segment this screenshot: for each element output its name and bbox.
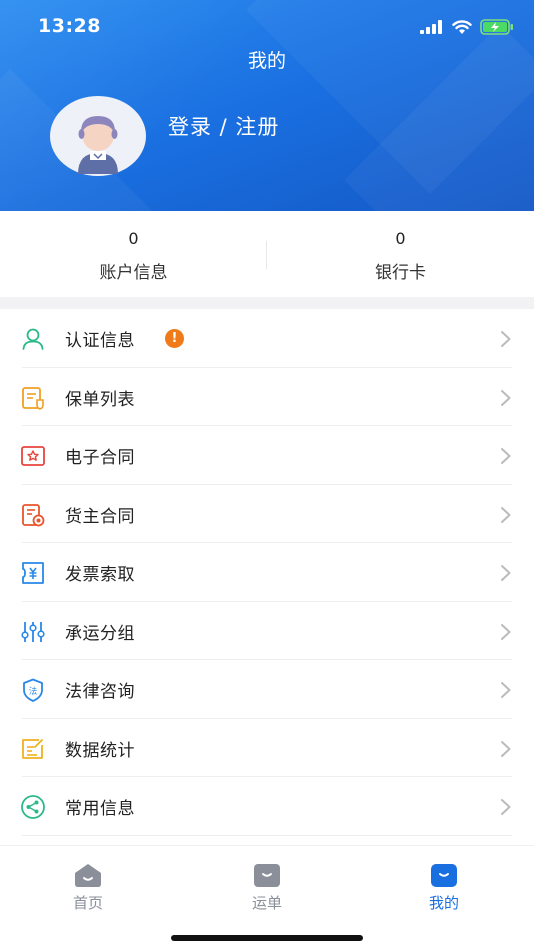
waybill-icon bbox=[254, 864, 280, 887]
chevron-right-icon bbox=[501, 506, 511, 523]
account-stats: 0 账户信息 0 银行卡 bbox=[0, 211, 534, 297]
menu-item-invoice[interactable]: 发票索取 bbox=[0, 543, 534, 602]
menu-item-shipper-contract[interactable]: 货主合同 bbox=[0, 485, 534, 543]
tab-profile[interactable]: 我的 bbox=[394, 860, 494, 920]
menu-item-label: 常用信息 bbox=[65, 799, 135, 819]
status-bar: 13:28 bbox=[0, 0, 534, 52]
legal-shield-icon: 法 bbox=[23, 678, 43, 702]
menu-item-label: 货主合同 bbox=[65, 506, 135, 527]
e-contract-icon bbox=[21, 446, 45, 466]
home-indicator bbox=[171, 935, 363, 941]
tab-label: 首页 bbox=[72, 894, 103, 912]
menu-item-policy-list[interactable]: 保单列表 bbox=[0, 368, 534, 426]
signal-icon bbox=[420, 20, 442, 34]
menu-item-label: 数据统计 bbox=[65, 740, 135, 761]
menu-item-carrier-group[interactable]: 承运分组 bbox=[0, 602, 534, 660]
warning-badge: ! bbox=[165, 329, 184, 348]
stat-label: 银行卡 bbox=[375, 263, 426, 283]
user-verify-icon bbox=[22, 328, 44, 350]
tab-label: 我的 bbox=[428, 894, 459, 912]
profile-icon bbox=[431, 864, 457, 887]
stat-label: 账户信息 bbox=[99, 263, 168, 283]
menu-item-data-stats[interactable]: 数据统计 bbox=[0, 719, 534, 777]
login-register-link[interactable]: 登录 / 注册 bbox=[168, 111, 279, 141]
data-stats-icon bbox=[22, 738, 43, 759]
status-icons bbox=[420, 17, 514, 37]
section-separator bbox=[0, 297, 534, 309]
menu-item-e-contract[interactable]: 电子合同 bbox=[0, 426, 534, 485]
stat-value: 0 bbox=[128, 229, 139, 248]
svg-text:法: 法 bbox=[29, 686, 38, 697]
battery-charging-icon bbox=[480, 19, 513, 35]
chevron-right-icon bbox=[501, 623, 511, 640]
avatar[interactable] bbox=[50, 96, 146, 176]
stat-bank-card[interactable]: 0 银行卡 bbox=[267, 211, 534, 297]
tab-label: 运单 bbox=[251, 894, 282, 912]
chevron-right-icon bbox=[501, 448, 511, 464]
menu-item-label: 保单列表 bbox=[65, 389, 135, 410]
home-icon bbox=[75, 864, 101, 887]
status-time: 13:28 bbox=[38, 15, 101, 37]
menu-list: 认证信息 ! 保单列表 电子合同 货主合同 发票索取 承运分组 法 法律咨询 数… bbox=[0, 309, 534, 836]
menu-item-verification[interactable]: 认证信息 ! bbox=[0, 309, 534, 368]
invoice-icon bbox=[22, 562, 44, 584]
shipper-contract-icon bbox=[22, 503, 45, 526]
wifi-icon bbox=[452, 19, 472, 34]
chevron-right-icon bbox=[501, 799, 511, 815]
chevron-right-icon bbox=[501, 331, 511, 347]
tab-home[interactable]: 首页 bbox=[38, 860, 138, 920]
tab-waybill[interactable]: 运单 bbox=[217, 860, 317, 920]
divider bbox=[22, 834, 512, 836]
policy-list-icon bbox=[22, 386, 44, 410]
menu-item-label: 电子合同 bbox=[65, 448, 135, 468]
menu-item-legal-consult[interactable]: 法 法律咨询 bbox=[0, 660, 534, 719]
chevron-right-icon bbox=[501, 740, 511, 757]
share-icon bbox=[21, 795, 45, 819]
chevron-right-icon bbox=[501, 682, 511, 698]
stat-account-info[interactable]: 0 账户信息 bbox=[0, 211, 267, 297]
chevron-right-icon bbox=[501, 565, 511, 581]
profile-header: 13:28 我的 登录 / 注册 bbox=[0, 0, 534, 211]
menu-item-label: 承运分组 bbox=[65, 623, 135, 644]
chevron-right-icon bbox=[501, 389, 511, 406]
menu-item-label: 发票索取 bbox=[65, 565, 135, 585]
menu-item-label: 法律咨询 bbox=[65, 682, 135, 702]
carrier-group-icon bbox=[21, 621, 45, 642]
page-title: 我的 bbox=[247, 50, 286, 72]
menu-item-common-info[interactable]: 常用信息 bbox=[0, 777, 534, 836]
stat-value: 0 bbox=[395, 229, 406, 248]
menu-item-label: 认证信息 bbox=[65, 331, 135, 351]
